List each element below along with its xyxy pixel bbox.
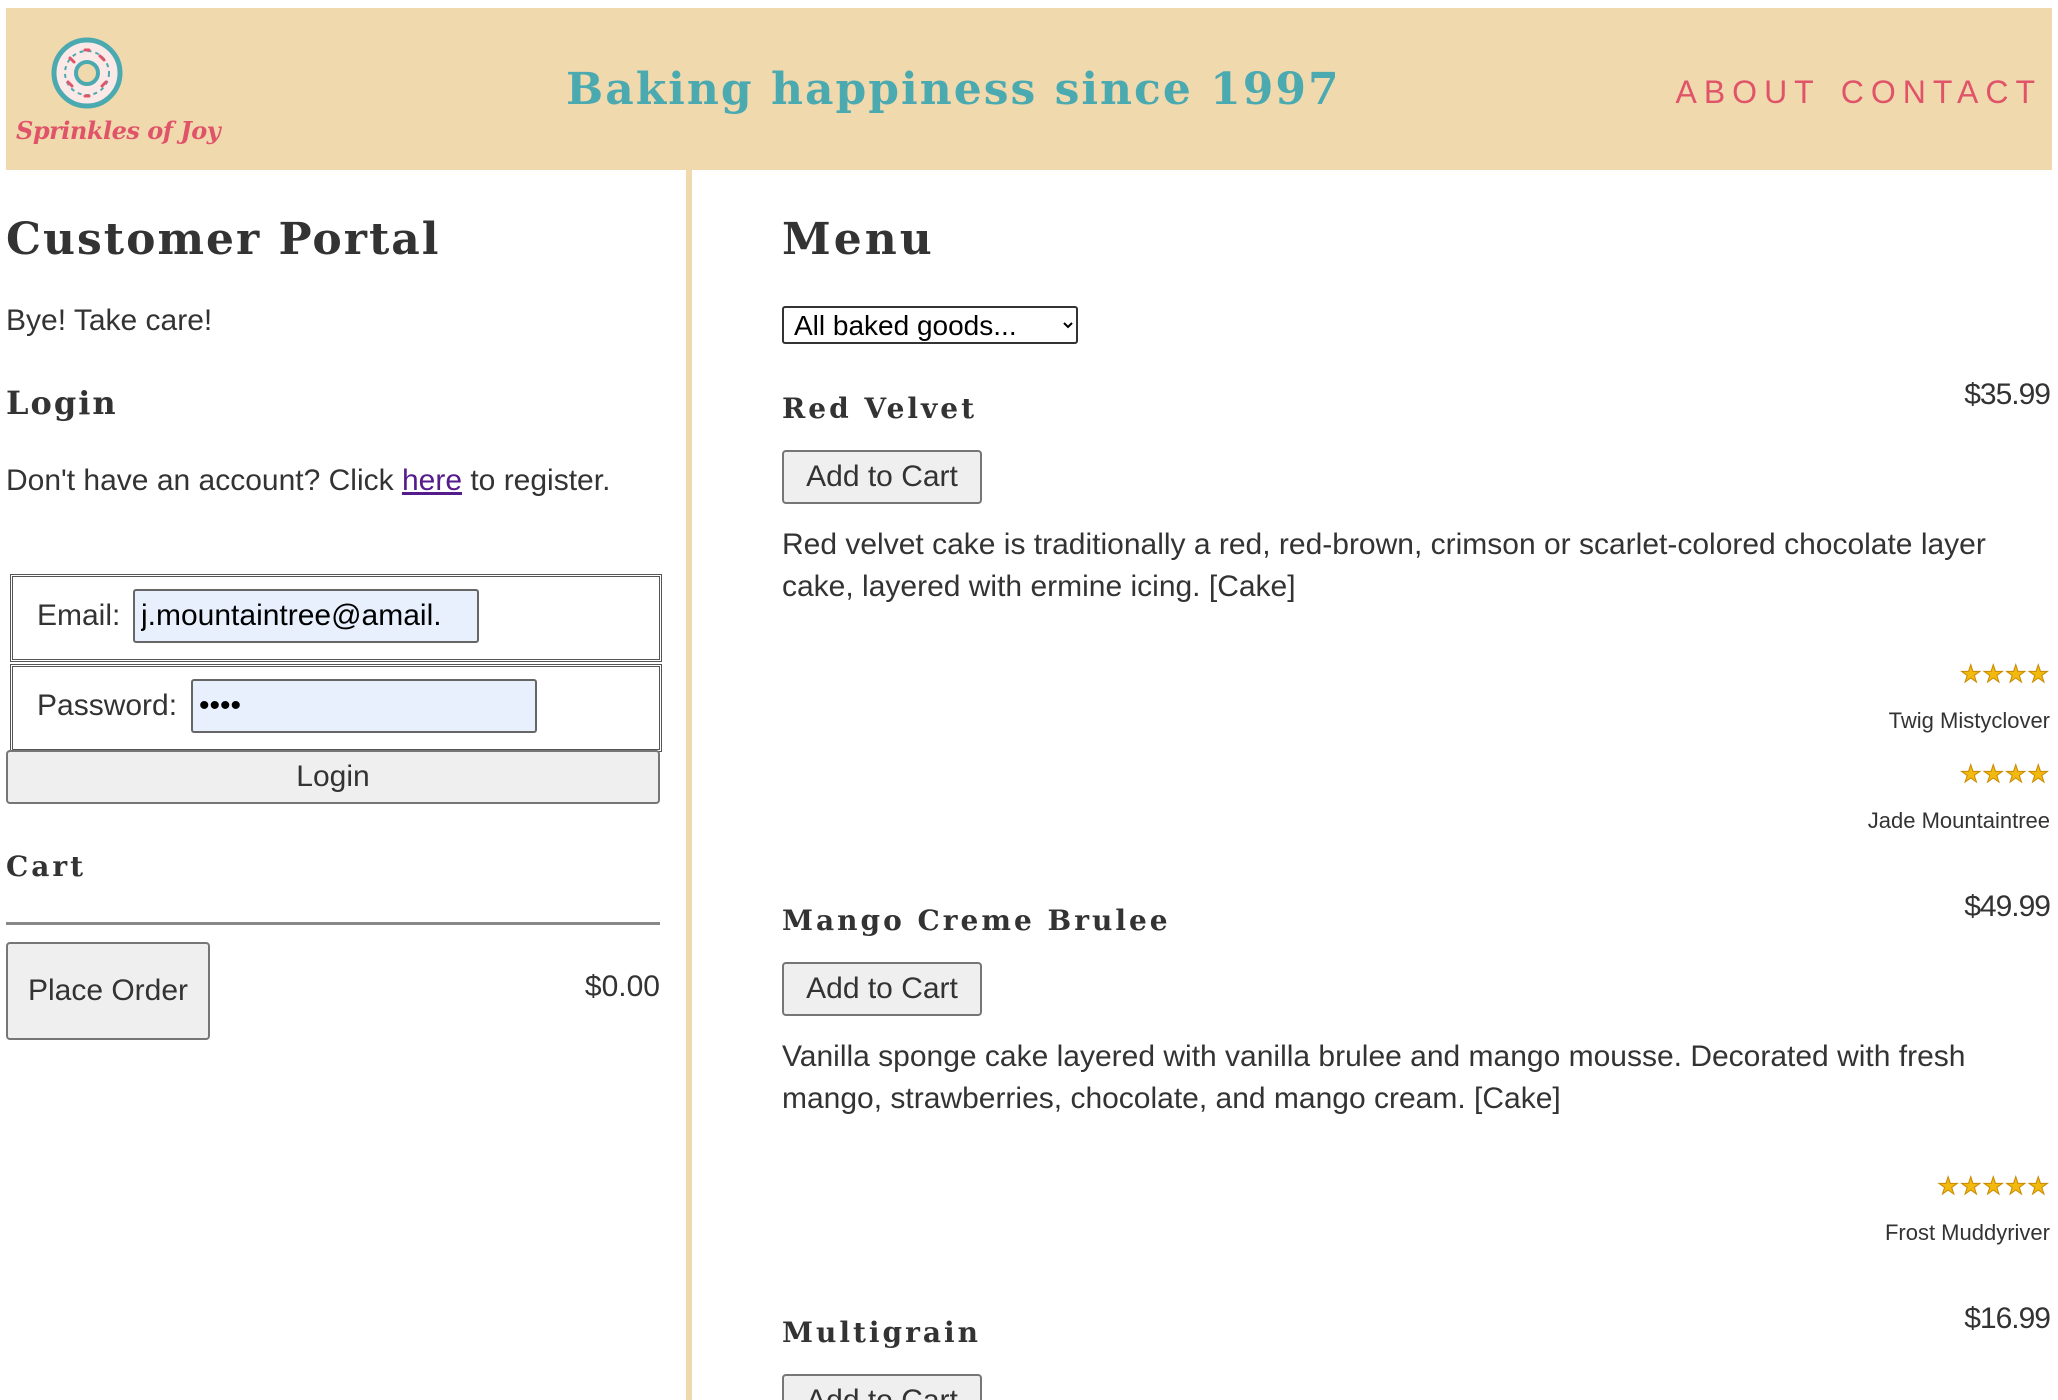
password-label: Password: [37,689,178,722]
add-to-cart-button[interactable]: Add to Cart [782,1374,982,1400]
cart-heading: Cart [6,850,87,883]
logo[interactable]: Sprinkles of Joy [12,36,221,156]
register-suffix: to register. [462,464,611,497]
item-description: Red velvet cake is traditionally a red, … [782,528,1986,603]
email-field[interactable] [133,589,479,643]
reviewer-name: Jade Mountaintree [1867,808,2050,833]
site-header: Sprinkles of Joy Baking happiness since … [6,8,2052,170]
add-to-cart-button[interactable]: Add to Cart [782,450,982,504]
item-price: $49.99 [1964,890,2051,923]
cart-total: $0.00 [584,970,660,1003]
item-price: $16.99 [1964,1302,2051,1335]
email-row: Email: [10,574,662,662]
star-rating: ★★★★★ [1937,1173,2050,1201]
item-name: Mango Creme Brulee [782,904,1171,937]
item-description: Vanilla sponge cake layered with vanilla… [782,1040,1966,1115]
nav-about-link[interactable]: ABOUT [1675,74,1820,111]
category-filter-select[interactable]: All baked goods... [782,306,1078,344]
top-nav: ABOUT CONTACT [1675,74,2042,111]
password-row: Password: [10,664,662,752]
reviewer-name: Twig Mistyclover [1888,708,2050,733]
password-field[interactable] [191,679,537,733]
item-price: $35.99 [1964,378,2051,411]
star-rating: ★★★★ [1959,761,2050,789]
place-order-button[interactable]: Place Order [6,942,210,1040]
cart-divider [6,922,660,925]
register-link[interactable]: here [402,464,462,497]
item-name: Red Velvet [782,392,978,425]
register-prompt: Don't have an account? Click here to reg… [6,460,626,502]
portal-title: Customer Portal [6,214,441,265]
email-label: Email: [37,599,121,632]
login-heading: Login [6,384,118,422]
reviewer-name: Frost Muddyriver [1884,1220,2050,1245]
register-prefix: Don't have an account? Click [6,464,402,497]
nav-contact-link[interactable]: CONTACT [1841,74,2042,111]
tagline: Baking happiness since 1997 [566,64,1341,115]
column-divider [686,170,692,1400]
menu-title: Menu [782,214,935,265]
login-button[interactable]: Login [6,750,660,804]
add-to-cart-button[interactable]: Add to Cart [782,962,982,1016]
star-rating: ★★★★ [1959,661,2050,689]
donut-icon [51,37,123,109]
logo-text: Sprinkles of Joy [16,116,221,145]
status-message: Bye! Take care! [6,304,213,337]
item-name: Multigrain [782,1316,982,1349]
